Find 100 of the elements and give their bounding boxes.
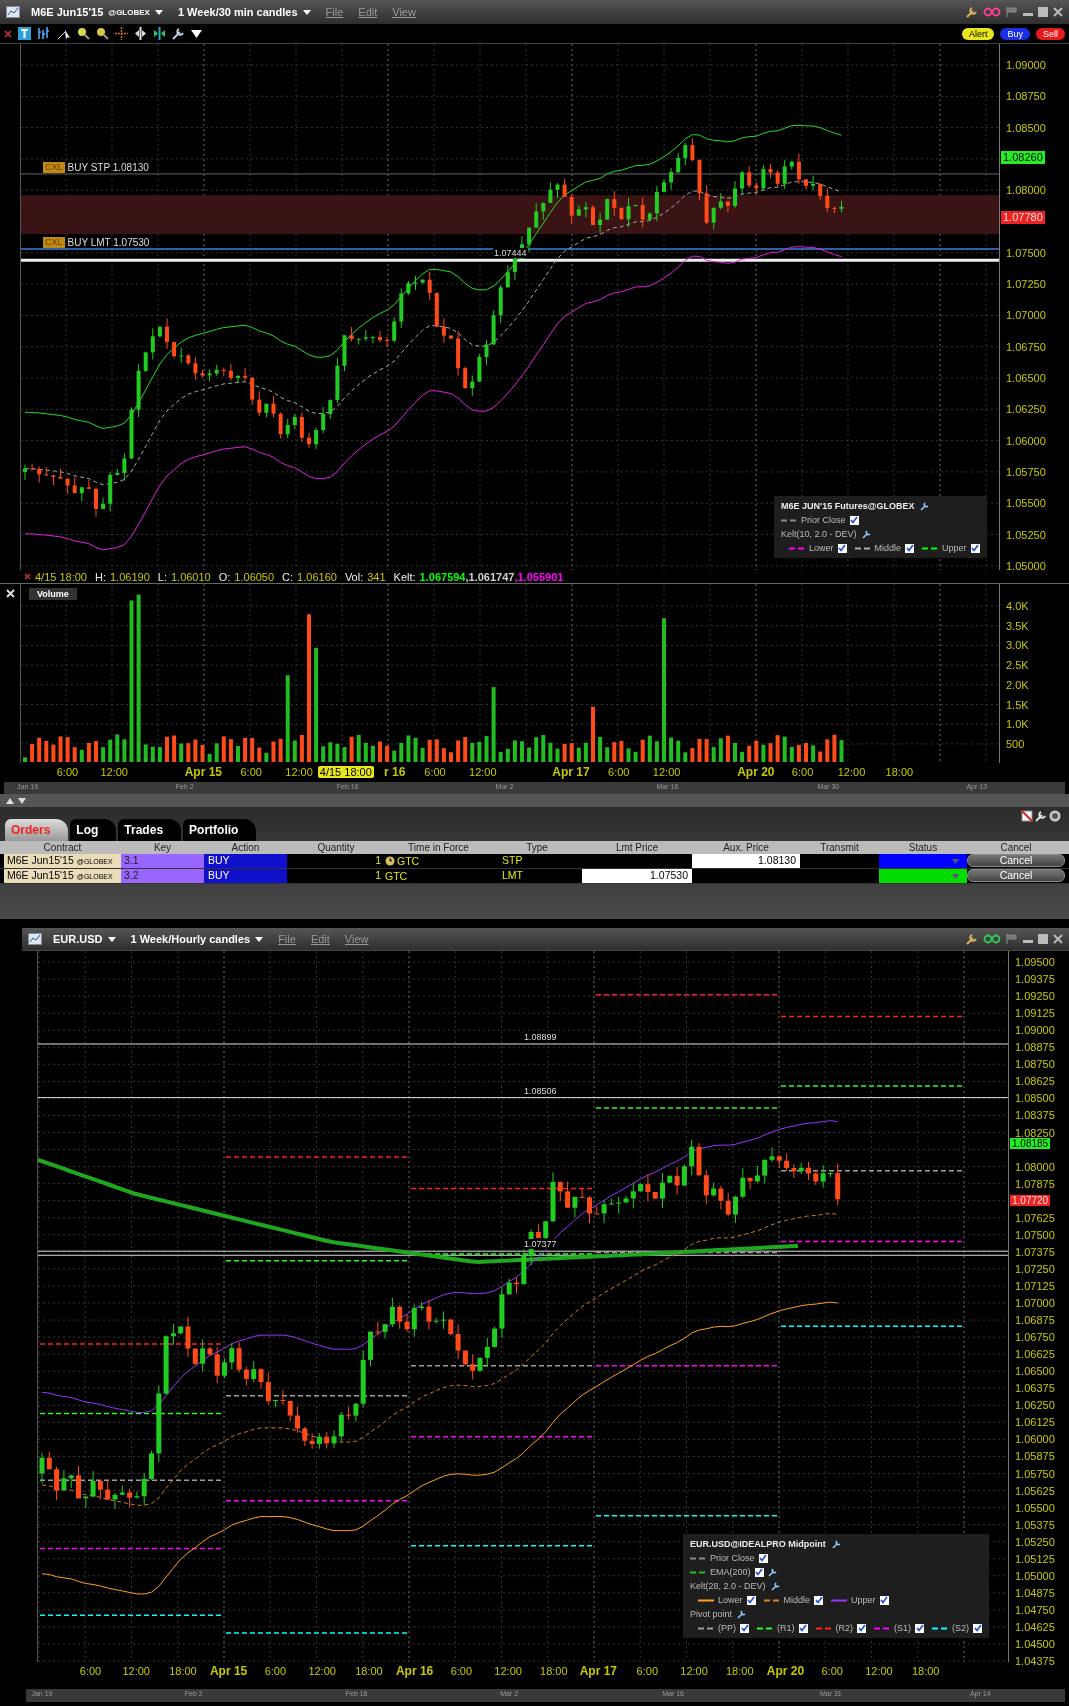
price-axis-label: 1.08750 bbox=[1015, 1058, 1055, 1071]
time-axis-label: 18:00 bbox=[911, 1665, 940, 1677]
aux-price-field[interactable]: 1.08130 bbox=[692, 854, 800, 868]
action-cell[interactable]: BUY bbox=[204, 854, 287, 868]
time-axis-label: 6:00 bbox=[240, 766, 262, 778]
legend-label: (R2) bbox=[835, 1623, 853, 1633]
price-axis-label: 1.07875 bbox=[1015, 1177, 1055, 1190]
type-cell[interactable]: LMT bbox=[492, 869, 582, 883]
time-axis-label: 12:00 bbox=[652, 766, 681, 778]
legend-label: EMA(200) bbox=[710, 1567, 751, 1577]
limit-price-field[interactable]: 1.07530 bbox=[582, 869, 692, 883]
time-axis-label: 6:00 bbox=[821, 1665, 843, 1677]
price-axis-label: 1.04875 bbox=[1015, 1586, 1055, 1599]
legend-label: Lower bbox=[809, 543, 834, 553]
price-axis-label: 1.05875 bbox=[1015, 1450, 1055, 1463]
time-axis-label: 12:00 bbox=[680, 1665, 708, 1677]
price-axis-label: 1.05000 bbox=[1015, 1569, 1055, 1582]
column-header[interactable]: Cancel bbox=[967, 841, 1065, 854]
field-label: H: bbox=[95, 570, 106, 583]
column-header[interactable]: Transmit bbox=[800, 841, 879, 854]
time-axis-label: 12:00 bbox=[837, 766, 866, 778]
price-axis-label: 1.07375 bbox=[1015, 1245, 1055, 1258]
order-button[interactable]: Alert bbox=[961, 27, 995, 40]
time-axis-label: Apr 15 bbox=[184, 765, 223, 779]
column-header[interactable]: Action bbox=[204, 841, 287, 854]
field-label: C: bbox=[282, 570, 294, 583]
menu-item[interactable]: Edit bbox=[310, 933, 330, 945]
column-header[interactable]: Aux. Price bbox=[692, 841, 800, 854]
symbol-label[interactable]: M6E Jun15'15 bbox=[31, 6, 104, 18]
quantity-cell[interactable]: 1 bbox=[287, 869, 385, 883]
time-axis-label: 12:00 bbox=[469, 766, 497, 778]
panel-title: Volume bbox=[29, 588, 77, 600]
price-axis-label: 1.04500 bbox=[1015, 1638, 1055, 1650]
panel-tab[interactable]: Log bbox=[70, 819, 117, 841]
legend-label: (S2) bbox=[952, 1623, 970, 1633]
action-cell[interactable]: BUY bbox=[204, 869, 287, 883]
price-axis-label: 1.06250 bbox=[1015, 1399, 1055, 1412]
column-header[interactable]: Type bbox=[492, 841, 582, 854]
column-header[interactable]: Lmt Price bbox=[582, 841, 692, 854]
price-axis-label: 1.06125 bbox=[1015, 1416, 1055, 1429]
legend-label: (R1) bbox=[777, 1623, 795, 1633]
field-value: 1.06190 bbox=[110, 570, 150, 583]
price-label: 1.07377 bbox=[523, 1239, 558, 1250]
time-axis-label: 18:00 bbox=[355, 1665, 383, 1677]
price-axis-label: 1.08375 bbox=[1015, 1109, 1055, 1122]
column-header[interactable]: Key bbox=[121, 841, 204, 854]
time-in-force-cell[interactable]: GTC bbox=[385, 854, 492, 868]
price-axis-label: 1.05750 bbox=[1006, 464, 1046, 479]
time-in-force-cell[interactable]: GTC bbox=[385, 869, 492, 883]
price-axis-label: 1.05625 bbox=[1015, 1484, 1055, 1497]
exchange-label: @GLOBEX bbox=[108, 7, 150, 17]
price-axis-label: 1.09000 bbox=[1006, 58, 1046, 72]
period-selector[interactable]: 1 Week/Hourly candles bbox=[130, 933, 251, 945]
price-label: 1.07444 bbox=[493, 248, 528, 259]
time-axis-label: Apr 20 bbox=[737, 765, 775, 779]
price-axis-label: 1.06500 bbox=[1006, 371, 1046, 385]
order-button[interactable]: Buy bbox=[1000, 27, 1030, 40]
price-axis-label: 1.05000 bbox=[1006, 558, 1046, 573]
price-axis-label: 1.06750 bbox=[1006, 339, 1046, 354]
menu-item[interactable]: View bbox=[392, 6, 416, 18]
price-axis-label: 1.08000 bbox=[1006, 183, 1046, 198]
period-selector[interactable]: 1 Week/30 min candles bbox=[177, 6, 298, 18]
column-header[interactable]: Status bbox=[879, 841, 967, 854]
price-axis-label: 1.09375 bbox=[1015, 973, 1055, 986]
cancel-button[interactable]: Cancel bbox=[967, 854, 1065, 867]
price-axis-label: 1.05250 bbox=[1006, 527, 1046, 542]
price-axis-label: 1.09500 bbox=[1015, 956, 1055, 968]
order-button[interactable]: Sell bbox=[1036, 27, 1065, 40]
volume-axis-label: 3.5K bbox=[1006, 618, 1029, 633]
column-header[interactable]: Time in Force bbox=[385, 841, 492, 854]
menu-item[interactable]: File bbox=[325, 6, 344, 18]
contract-name: M6E Jun15'15 bbox=[7, 854, 74, 867]
cancel-button[interactable]: Cancel bbox=[967, 869, 1065, 882]
menu-item[interactable]: File bbox=[278, 933, 296, 945]
panel-tab[interactable]: Portfolio bbox=[183, 819, 257, 841]
field-label: O: bbox=[218, 570, 231, 583]
time-axis-label: 6:00 bbox=[608, 766, 630, 778]
panel-tab[interactable]: Trades bbox=[118, 819, 182, 841]
time-axis-label: 6:00 bbox=[79, 1665, 102, 1677]
field-label: L: bbox=[157, 570, 167, 583]
price-axis-label: 1.07000 bbox=[1006, 308, 1046, 323]
quantity-cell[interactable]: 1 bbox=[287, 854, 385, 868]
type-cell[interactable]: STP bbox=[492, 854, 582, 868]
volume-axis-label: 2.0K bbox=[1006, 677, 1029, 692]
price-tag: 1.08260 bbox=[1001, 150, 1045, 164]
key-cell: 3.2 bbox=[121, 869, 204, 883]
symbol-label[interactable]: EUR.USD bbox=[53, 933, 103, 945]
time-axis-label: 6:00 bbox=[264, 1665, 287, 1677]
price-axis-label: 1.06250 bbox=[1006, 402, 1046, 417]
price-axis-label: 1.05125 bbox=[1015, 1552, 1055, 1565]
time-axis-label: Apr 16 bbox=[395, 1664, 434, 1678]
price-tag: 1.08185 bbox=[1010, 1138, 1051, 1150]
menu-item[interactable]: Edit bbox=[358, 6, 378, 18]
legend-label: Upper bbox=[851, 1595, 876, 1605]
column-header[interactable]: Quantity bbox=[287, 841, 385, 854]
column-header[interactable]: Contract bbox=[4, 841, 121, 854]
price-axis-label: 1.05375 bbox=[1015, 1518, 1055, 1531]
menu-item[interactable]: View bbox=[344, 933, 369, 945]
indicator-value: ,1.055901 bbox=[514, 570, 564, 583]
time-axis-label: Apr 17 bbox=[579, 1664, 618, 1678]
